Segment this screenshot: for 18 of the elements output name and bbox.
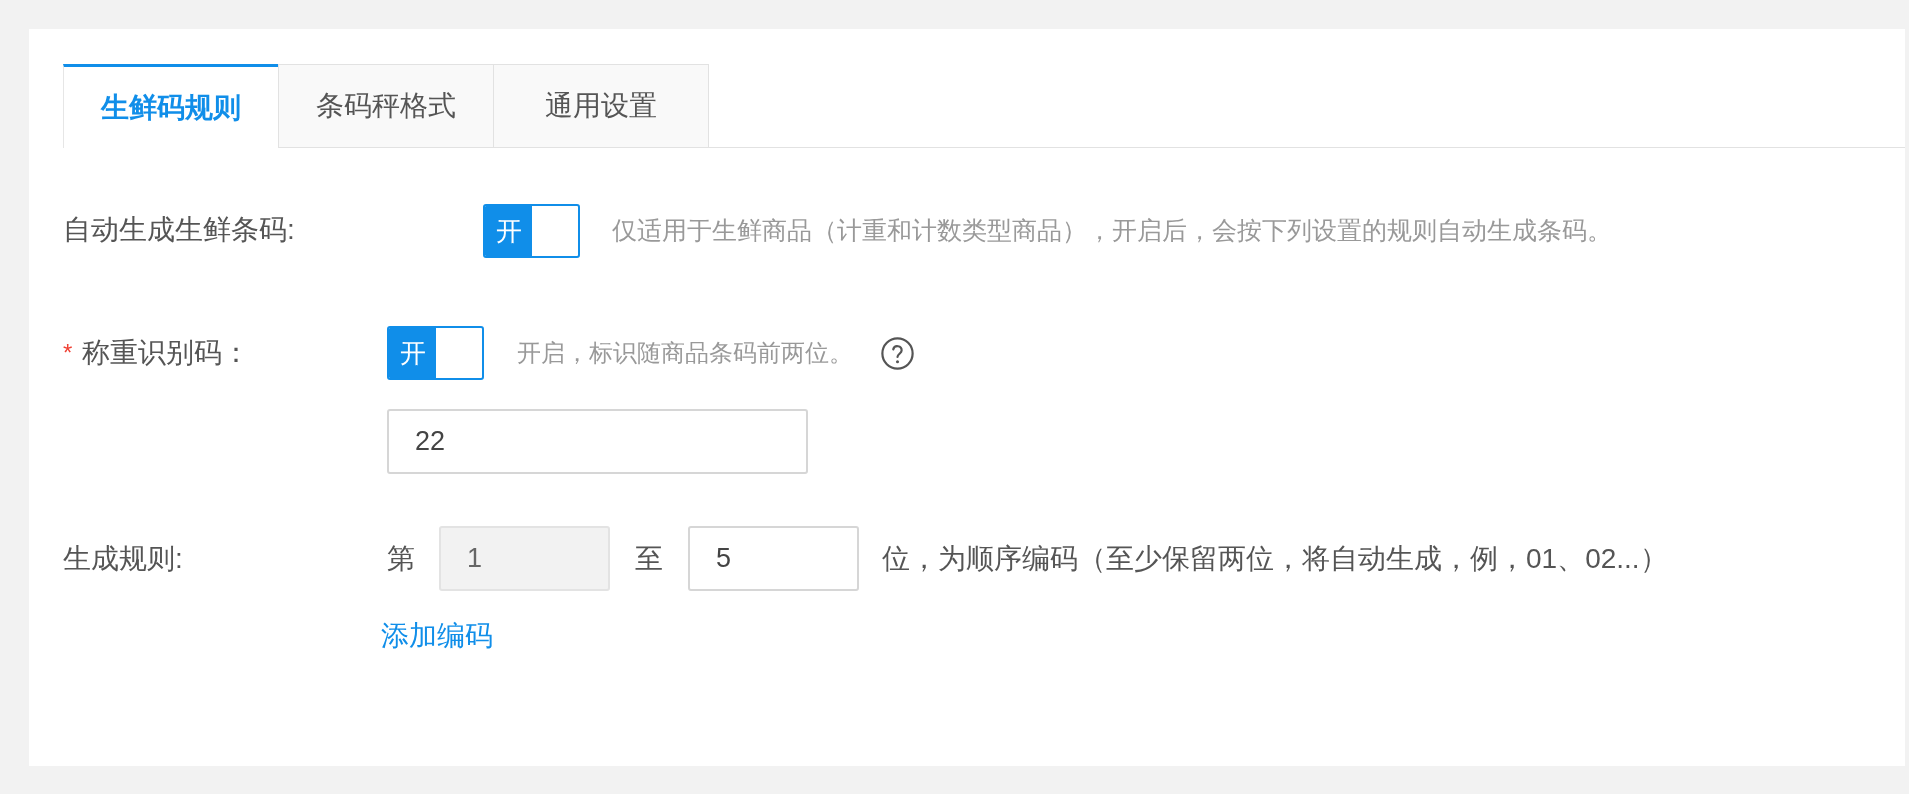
- toggle-switch[interactable]: 开: [387, 326, 484, 380]
- required-mark: *: [63, 341, 73, 365]
- add-code-link[interactable]: 添加编码: [381, 622, 493, 650]
- hint-text: 开启，标识随商品条码前两位。: [517, 341, 853, 365]
- field-label: 自动生成生鲜条码:: [63, 214, 295, 245]
- text-input[interactable]: 22: [387, 409, 808, 474]
- range-label: 至: [635, 544, 663, 573]
- range-label: 第: [387, 544, 415, 573]
- text-input[interactable]: 5: [688, 526, 859, 591]
- help-icon[interactable]: [881, 336, 914, 370]
- tab[interactable]: 条码秤格式: [278, 64, 494, 148]
- tab[interactable]: 生鲜码规则: [63, 64, 279, 148]
- field-label: 生成规则:: [63, 544, 183, 573]
- hint-text: 仅适用于生鲜商品（计重和计数类型商品），开启后，会按下列设置的规则自动生成条码。: [612, 218, 1612, 244]
- rule-description: 位，为顺序编码（至少保留两位，将自动生成，例，01、02...）: [882, 544, 1668, 573]
- toggle-switch[interactable]: 开: [483, 204, 580, 258]
- tab[interactable]: 通用设置: [493, 64, 709, 148]
- field-label: 称重识别码：: [82, 339, 251, 367]
